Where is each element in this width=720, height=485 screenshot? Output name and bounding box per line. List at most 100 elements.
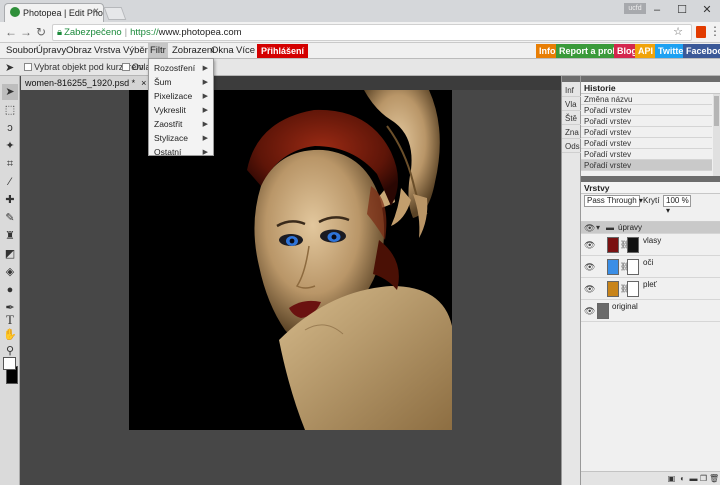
visibility-eye-icon[interactable]: 👁︎ [584,262,595,273]
history-panel-title[interactable]: Historie [581,82,720,94]
layer-group-upravy[interactable]: 👁︎ ▾ ▬ úpravy [581,222,720,234]
submenu-arrow-icon: ▶ [202,121,208,128]
maximize-button[interactable]: ☐ [670,1,694,19]
browser-tab[interactable]: Photopea | Edit Photosh × [4,3,104,22]
layer-row-oci[interactable]: 👁︎ ⛓ oči [581,256,720,278]
layer-name: vlasy [643,236,662,245]
panel-paragraph-tab[interactable]: Ods [562,140,581,153]
menu-window[interactable]: Okna [209,43,236,59]
layer-row-original[interactable]: 👁︎ original [581,300,720,322]
address-bar-row: ← → ↻ 🔒︎ Zabezpečeno | https://www.photopea… [0,22,720,43]
new-layer-icon[interactable]: ❐ [699,474,708,483]
autoselect-checkbox[interactable] [24,63,32,71]
history-item-current[interactable]: Pořadí vrstev [581,160,712,171]
visibility-eye-icon[interactable]: 👁︎ [584,223,595,234]
marquee-tool-icon[interactable]: ⬚ [2,102,18,118]
filter-noise-item[interactable]: Šum ▶ [149,75,213,90]
menu-more[interactable]: Více [234,43,257,59]
filter-blur-item[interactable]: Rozostření ▶ [149,61,213,76]
menu-filter[interactable]: Filtr [148,43,168,59]
move-tool-icon[interactable]: ➤ [5,61,14,74]
browser-menu-icon[interactable]: ⋮ [709,25,720,37]
eraser-tool-icon[interactable]: ◩ [2,246,18,262]
layer-row-vlasy[interactable]: 👁︎ ⛓ vlasy [581,234,720,256]
collapsed-panels-strip: Inf Vla Ště Zna Ods [561,76,581,485]
text-tool-icon[interactable]: T [2,312,18,328]
menu-edit[interactable]: Úpravy [34,43,68,59]
filter-sharpen-item[interactable]: Zaostřit ▶ [149,117,213,132]
history-item[interactable]: Změna názvu [581,94,712,105]
document-close-icon[interactable]: × [141,78,146,88]
mask-add-icon[interactable]: ▣ [667,474,676,483]
blur-tool-icon[interactable]: ● [2,282,18,298]
panel-properties-tab[interactable]: Vla [562,98,581,111]
layers-panel-title[interactable]: Vrstvy [581,182,720,194]
history-item[interactable]: Pořadí vrstev [581,105,712,116]
folder-icon: ▬ [606,223,614,232]
history-item[interactable]: Pořadí vrstev [581,116,712,127]
reload-icon[interactable]: ↻ [34,25,48,39]
visibility-eye-icon[interactable]: 👁︎ [584,284,595,295]
crop-tool-icon[interactable]: ⌗ [2,156,18,172]
eyedropper-icon[interactable]: ⁄ [2,174,18,190]
paint-bucket-icon[interactable]: ◈ [2,264,18,280]
clone-stamp-icon[interactable]: ♜ [2,228,18,244]
panel-characters-tab[interactable]: Zna [562,126,581,139]
forward-arrow-icon[interactable]: → [19,25,33,39]
document-tab[interactable]: women-816255_1920.psd * × [21,76,153,90]
filter-stylize-item[interactable]: Stylizace ▶ [149,131,213,146]
visibility-eye-icon[interactable]: 👁︎ [584,306,595,317]
office-extension-icon[interactable] [696,26,706,38]
history-scrollbar-thumb[interactable] [714,96,719,126]
close-window-button[interactable]: ✕ [695,1,719,19]
menu-select[interactable]: Výběr [121,43,150,59]
history-item[interactable]: Pořadí vrstev [581,138,712,149]
app-menubar: Soubor Úpravy Obraz Vrstva Výběr Filtr Z… [0,43,720,59]
opacity-input[interactable]: 100 % ▾ [663,195,691,215]
expand-arrow-icon[interactable]: ▾ [596,223,600,232]
menu-image[interactable]: Obraz [64,43,94,59]
healing-brush-icon[interactable]: ✚ [2,192,18,208]
filter-pixelate-item[interactable]: Pixelizace ▶ [149,89,213,104]
adjustment-layer-icon[interactable]: ◐ [678,474,687,483]
history-item[interactable]: Pořadí vrstev [581,149,712,160]
bookmark-star-icon[interactable]: ☆ [673,25,683,40]
layer-mask-thumb[interactable] [627,281,639,297]
tab-close-icon[interactable]: × [93,6,99,17]
filter-render-item[interactable]: Vykreslit ▶ [149,103,213,118]
brush-tool-icon[interactable]: ✎ [2,210,18,226]
visibility-eye-icon[interactable]: 👁︎ [584,240,595,251]
menu-layer[interactable]: Vrstva [92,43,123,59]
canvas-workspace[interactable] [21,90,561,485]
secure-label: Zabezpečeno [64,27,122,38]
panel-strip-header[interactable] [562,76,580,82]
facebook-button[interactable]: Facebook [683,44,720,58]
blend-mode-select[interactable]: Pass Through ▾ [584,195,643,207]
adjustment-thumb [607,281,619,297]
profile-badge[interactable]: ucfd [624,3,646,14]
back-arrow-icon[interactable]: ← [4,25,18,39]
magic-wand-icon[interactable]: ✦ [2,138,18,154]
new-folder-icon[interactable]: ▬ [689,474,698,483]
history-item[interactable]: Pořadí vrstev [581,127,712,138]
filter-stylize-label: Stylizace [154,133,189,143]
url-input[interactable]: 🔒︎ Zabezpečeno | https://www.photopea.com ☆ [52,24,692,41]
layer-mask-thumb[interactable] [627,259,639,275]
filter-menu-dropdown: Rozostření ▶ Šum ▶ Pixelizace ▶ Vykreslit ▶ … [148,58,214,157]
new-tab-button[interactable] [103,7,127,20]
api-button[interactable]: API [635,44,657,58]
login-button[interactable]: Přihlášení [257,44,309,58]
delete-layer-icon[interactable]: 🗑︎ [709,474,719,483]
lasso-tool-icon[interactable]: ↄ [2,120,18,136]
history-scrollbar[interactable] [713,94,720,176]
move-tool-icon[interactable]: ➤ [2,84,18,100]
layer-row-plet[interactable]: 👁︎ ⛓ pleť [581,278,720,300]
transform-controls-checkbox[interactable] [122,63,130,71]
hand-tool-icon[interactable]: ✋ [2,327,18,343]
panel-brushes-tab[interactable]: Ště [562,112,581,125]
panel-info-tab[interactable]: Inf [562,84,581,97]
minimize-button[interactable]: – [645,1,669,19]
filter-other-item[interactable]: Ostatní ▶ [149,145,213,160]
foreground-color-swatch[interactable] [3,357,16,370]
layer-mask-thumb[interactable] [627,237,639,253]
